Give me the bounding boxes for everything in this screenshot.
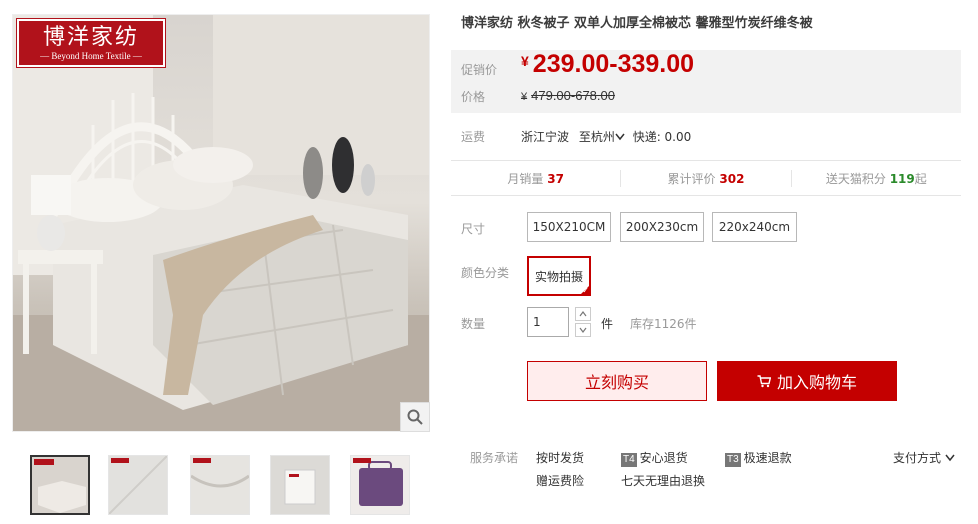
chevron-up-icon	[579, 311, 587, 317]
tmall-points-label: 送天猫积分	[825, 171, 886, 186]
add-to-cart-button[interactable]: 加入购物车	[717, 361, 897, 401]
service-seven-day-return[interactable]: 七天无理由退换	[621, 472, 705, 489]
sales-stats: 月销量 37 累计评价 302 送天猫积分 119起	[451, 160, 961, 196]
promo-price: ¥239.00-339.00	[521, 50, 694, 79]
tmall-points: 送天猫积分 119起	[792, 170, 961, 187]
add-to-cart-label: 加入购物车	[776, 373, 857, 392]
currency-symbol: ¥	[521, 53, 529, 69]
thumbnail-fabric-image	[109, 456, 167, 514]
payment-methods[interactable]: 支付方式	[893, 449, 955, 466]
stock-count: 库存1126件	[630, 317, 697, 331]
buy-now-button[interactable]: 立刻购买	[527, 361, 707, 401]
quantity-unit: 件	[601, 317, 614, 331]
main-product-image[interactable]: 博洋家纺 — Beyond Home Textile —	[12, 14, 430, 432]
brand-name-cn: 博洋家纺	[42, 24, 139, 50]
price-panel: 促销价 ¥239.00-339.00 价格 ¥479.00-678.00	[451, 50, 961, 113]
tmall-points-suffix: 起	[914, 171, 927, 186]
service-shipping-insurance[interactable]: 赠运费险	[536, 472, 584, 489]
total-reviews-value: 302	[719, 171, 745, 186]
thumbnail-2[interactable]	[108, 455, 168, 515]
thumbnail-label-image	[271, 456, 329, 514]
thumbnail-1[interactable]	[30, 455, 90, 515]
shipping-courier: 快递: 0.00	[632, 130, 692, 144]
thumbnail-seam-image	[191, 456, 249, 514]
thumbnail-5[interactable]	[350, 455, 410, 515]
quantity-decrease-button[interactable]	[575, 323, 591, 337]
service-label: 服务承诺	[470, 451, 519, 465]
shipping-from: 浙江宁波	[521, 130, 570, 144]
zoom-button[interactable]	[400, 402, 430, 432]
size-option-200x230[interactable]: 200X230cm	[620, 212, 704, 242]
thumbnail-package-image	[351, 456, 409, 514]
magnifier-icon	[407, 409, 423, 425]
quantity-selector: 数量 件 库存1126件	[461, 307, 961, 339]
payment-label: 支付方式	[893, 451, 942, 465]
chevron-down-icon	[579, 327, 587, 333]
monthly-sales-value: 37	[547, 171, 564, 186]
monthly-sales-label: 月销量	[507, 171, 544, 186]
quantity-input[interactable]	[527, 307, 569, 337]
quantity-label: 数量	[461, 317, 486, 331]
monthly-sales: 月销量 37	[451, 169, 622, 187]
brand-logo: 博洋家纺 — Beyond Home Textile —	[16, 18, 166, 68]
shipping-info: 浙江宁波 至杭州 快递: 0.00	[521, 128, 691, 145]
service-fast-refund[interactable]: T3 极速退款	[725, 449, 792, 467]
buy-now-label: 立刻购买	[584, 373, 649, 392]
orig-price-value: 479.00-678.00	[531, 88, 615, 103]
safe-return-label: 安心退货	[639, 451, 688, 465]
t4-badge-icon: T4	[621, 453, 637, 467]
color-option-label: 实物拍摄	[534, 269, 583, 284]
color-label: 颜色分类	[461, 266, 510, 280]
thumbnail-4[interactable]	[270, 455, 330, 515]
service-on-time-shipping[interactable]: 按时发货	[536, 449, 584, 466]
orig-price: ¥479.00-678.00	[521, 88, 615, 103]
service-safe-return[interactable]: T4 安心退货	[621, 449, 688, 467]
quantity-increase-button[interactable]	[575, 307, 591, 321]
tmall-points-value: 119	[889, 171, 915, 186]
color-option-selected[interactable]: 实物拍摄 ✓	[527, 256, 591, 296]
chevron-down-icon	[945, 454, 955, 462]
promo-price-label: 促销价	[461, 63, 498, 77]
size-option-150x210[interactable]: 150X210CM	[527, 212, 611, 242]
shipping-destination[interactable]: 至杭州	[579, 130, 625, 144]
size-label: 尺寸	[461, 222, 486, 236]
bedroom-scene-illustration	[13, 15, 429, 431]
chevron-down-icon	[615, 133, 625, 141]
shipping-label: 运费	[461, 130, 486, 144]
check-icon: ✓	[582, 286, 589, 295]
orig-currency-symbol: ¥	[521, 91, 528, 103]
promo-price-value: 239.00-339.00	[532, 50, 695, 78]
product-title: 博洋家纺 秋冬被子 双单人加厚全棉被芯 馨雅型竹炭纤维冬被	[461, 16, 813, 31]
total-reviews-label: 累计评价	[667, 171, 716, 186]
total-reviews[interactable]: 累计评价 302	[621, 169, 792, 187]
size-option-220x240[interactable]: 220x240cm	[712, 212, 797, 242]
shipping-to: 至杭州	[578, 130, 615, 144]
orig-price-label: 价格	[461, 90, 486, 104]
fast-refund-label: 极速退款	[743, 451, 792, 465]
thumbnail-3[interactable]	[190, 455, 250, 515]
thumbnail-bed-image	[32, 457, 88, 513]
brand-name-en: — Beyond Home Textile —	[40, 50, 142, 61]
t3-badge-icon: T3	[725, 453, 741, 467]
cart-icon	[757, 374, 771, 387]
size-selector: 尺寸 150X210CM 200X230cm 220x240cm	[461, 212, 961, 244]
color-selector: 颜色分类 实物拍摄 ✓	[461, 256, 961, 296]
